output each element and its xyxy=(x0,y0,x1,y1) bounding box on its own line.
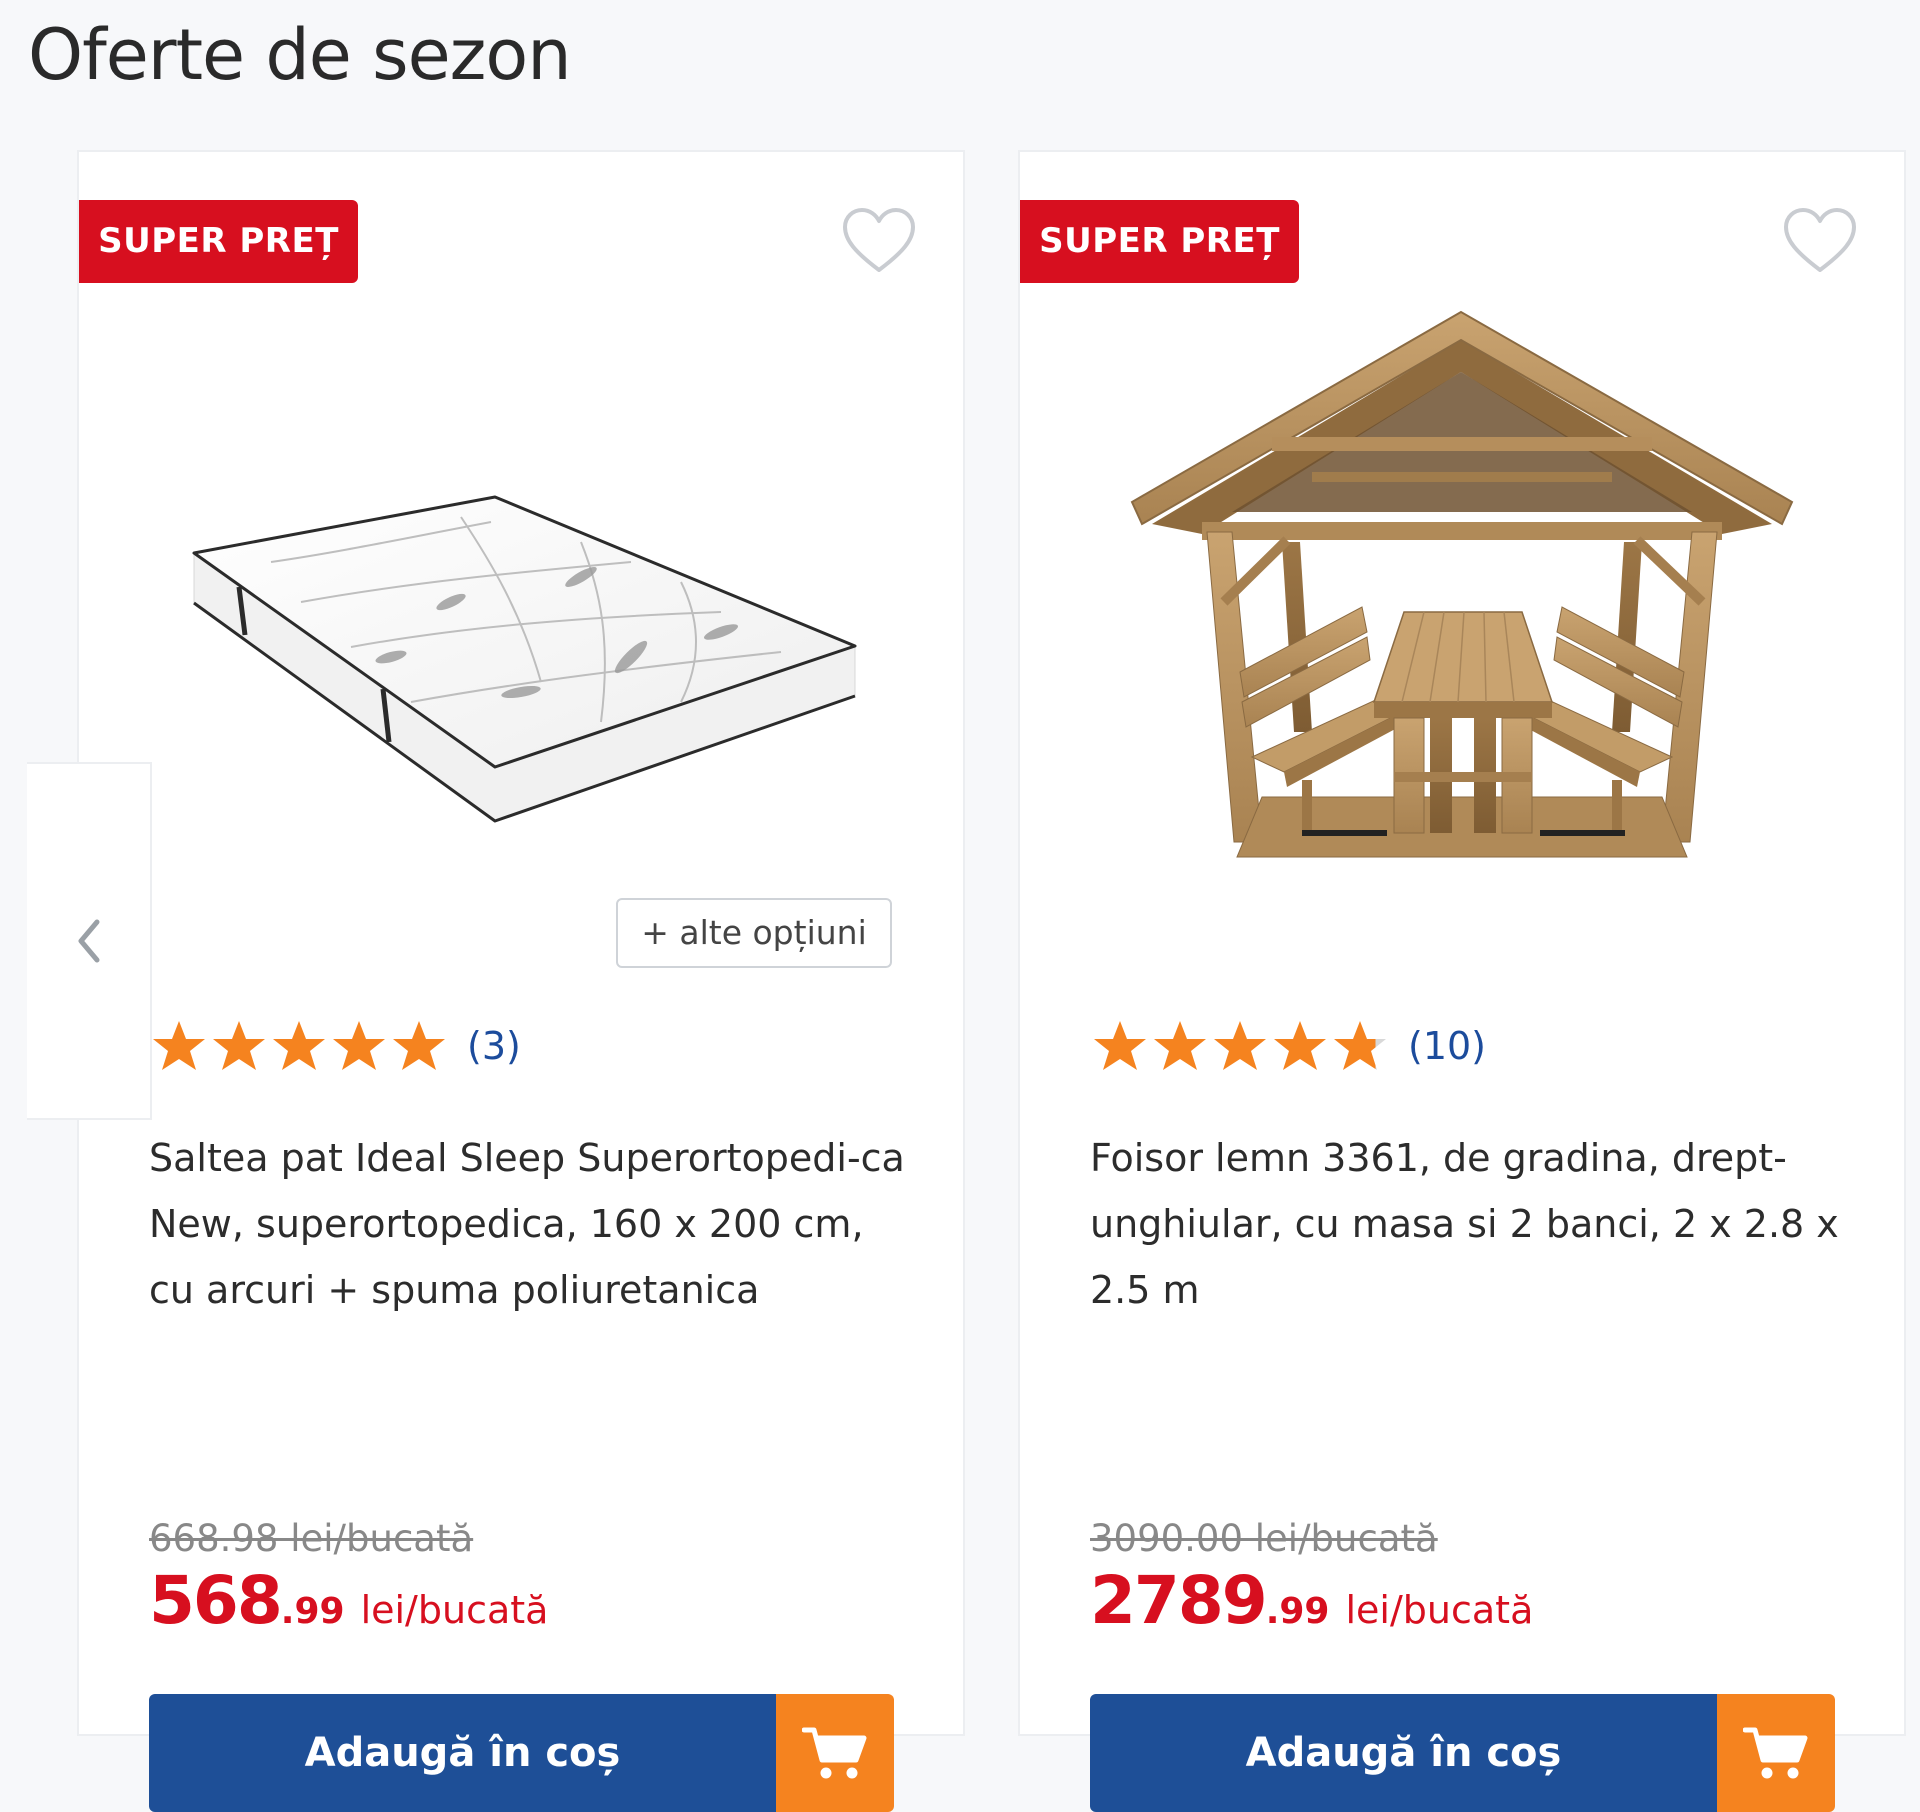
price-decimals: .99 xyxy=(280,1591,345,1632)
shopping-cart-icon[interactable] xyxy=(776,1694,894,1812)
star-icon xyxy=(1154,1021,1206,1070)
old-price: 668.98 lei/bucată xyxy=(149,1517,474,1560)
price-decimals: .99 xyxy=(1265,1591,1330,1632)
price-unit: lei/bucată xyxy=(360,1588,549,1632)
review-count-link[interactable]: (3) xyxy=(467,1024,521,1068)
favorite-heart-icon[interactable] xyxy=(841,206,917,276)
price-integer: 568 xyxy=(149,1562,283,1639)
product-image-gazebo[interactable] xyxy=(1112,302,1812,872)
carousel-prev-button[interactable] xyxy=(27,762,152,1120)
add-to-cart-button[interactable]: Adaugă în coș xyxy=(149,1694,894,1812)
price-unit: lei/bucată xyxy=(1345,1588,1534,1632)
star-half-icon xyxy=(1334,1021,1386,1070)
rating-stars xyxy=(1090,1017,1390,1075)
add-to-cart-button[interactable]: Adaugă în coș xyxy=(1090,1694,1835,1812)
add-to-cart-label[interactable]: Adaugă în coș xyxy=(149,1694,776,1812)
favorite-heart-icon[interactable] xyxy=(1782,206,1858,276)
product-title-link[interactable]: Foisor lemn 3361, de gradina, drept-ungh… xyxy=(1090,1125,1850,1323)
current-price: 2789 .99 lei/bucată xyxy=(1090,1562,1533,1639)
star-icon xyxy=(1094,1021,1146,1070)
section-title: Oferte de sezon xyxy=(28,14,572,96)
shopping-cart-icon[interactable] xyxy=(1717,1694,1835,1812)
product-image-mattress[interactable] xyxy=(161,482,881,862)
more-options-button[interactable]: + alte opțiuni xyxy=(616,898,892,968)
product-card-gazebo[interactable]: SUPER PREȚ (10) Foisor lemn 3361, de gra… xyxy=(1018,150,1906,1812)
rating-stars xyxy=(149,1017,449,1075)
old-price: 3090.00 lei/bucată xyxy=(1090,1517,1438,1560)
super-price-badge: SUPER PREȚ xyxy=(1020,200,1299,283)
review-count-link[interactable]: (10) xyxy=(1408,1024,1486,1068)
current-price: 568 .99 lei/bucată xyxy=(149,1562,548,1639)
star-icon xyxy=(273,1021,325,1070)
star-icon xyxy=(153,1021,205,1070)
price-integer: 2789 xyxy=(1090,1562,1268,1639)
star-icon xyxy=(1214,1021,1266,1070)
star-icon xyxy=(1274,1021,1326,1070)
product-card-mattress[interactable]: SUPER PREȚ + alte opțiuni (3) Saltea pat… xyxy=(77,150,965,1812)
product-rating: (3) xyxy=(149,1014,521,1078)
star-icon xyxy=(333,1021,385,1070)
super-price-badge: SUPER PREȚ xyxy=(79,200,358,283)
star-icon xyxy=(393,1021,445,1070)
add-to-cart-label[interactable]: Adaugă în coș xyxy=(1090,1694,1717,1812)
chevron-left-icon xyxy=(78,919,99,963)
product-title-link[interactable]: Saltea pat Ideal Sleep Superortopedi-ca … xyxy=(149,1125,909,1323)
star-icon xyxy=(213,1021,265,1070)
product-rating: (10) xyxy=(1090,1014,1486,1078)
